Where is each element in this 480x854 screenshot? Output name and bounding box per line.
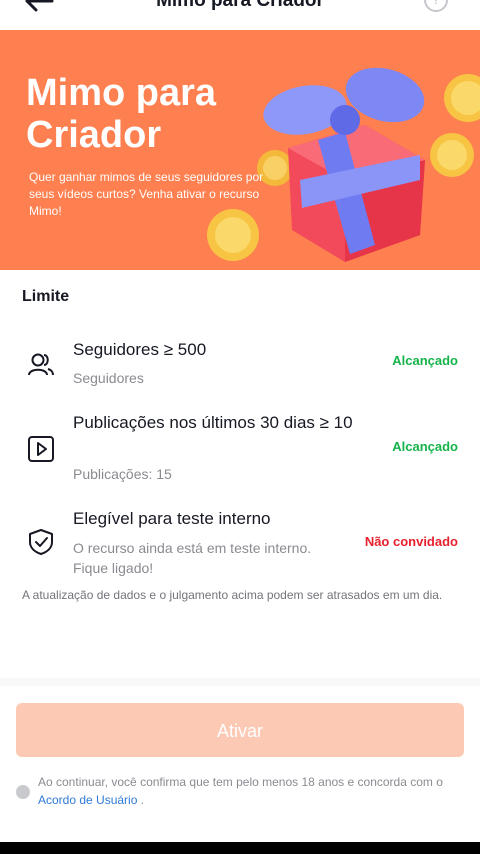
consent-row: Ao continuar, você confirma que tem pelo… (16, 773, 464, 813)
consent-label: Ao continuar, você confirma que tem pelo… (38, 775, 443, 789)
play-box-icon (28, 436, 54, 462)
consent-text: Ao continuar, você confirma que tem pelo… (38, 773, 448, 809)
data-delay-note: A atualização de dados e o julgamento ac… (22, 588, 443, 602)
shield-check-icon (29, 529, 53, 555)
banner-title: Mimo para Criador (26, 72, 217, 156)
requirement-desc: Seguidores (73, 370, 144, 386)
user-agreement-link[interactable]: Acordo de Usuário (38, 793, 137, 807)
consent-end: . (140, 793, 145, 807)
banner-subtitle: Quer ganhar mimos de seus seguidores por… (29, 170, 264, 218)
system-nav-bar (0, 842, 480, 854)
top-bar: Mimo para Criador ? (0, 0, 480, 30)
requirement-followers: Seguidores ≥ 500 Seguidores Alcançado (0, 335, 480, 395)
section-title: Limite (22, 288, 70, 305)
status-badge: Não convidado (364, 534, 458, 549)
requirement-desc: O recurso ainda está em teste interno. F… (73, 540, 312, 576)
consent-radio[interactable] (16, 785, 30, 799)
status-badge: Alcançado (392, 353, 458, 368)
requirement-internal-test: Elegível para teste interno O recurso ai… (0, 506, 480, 581)
requirement-title: Elegível para teste interno (73, 509, 271, 528)
requirement-posts: Publicações nos últimos 30 dias ≥ 10 Pub… (0, 410, 480, 490)
users-icon (28, 353, 54, 376)
requirement-title: Seguidores ≥ 500 (73, 340, 207, 359)
promo-banner: Mimo para Criador Quer ganhar mimos de s… (0, 30, 480, 270)
page-title: Mimo para Criador (156, 0, 324, 11)
activate-button[interactable]: Ativar (16, 703, 464, 757)
requirement-desc: Publicações: 15 (73, 466, 172, 482)
divider (0, 678, 480, 686)
requirement-title: Publicações nos últimos 30 dias ≥ 10 (73, 413, 353, 432)
status-badge: Alcançado (392, 439, 458, 454)
